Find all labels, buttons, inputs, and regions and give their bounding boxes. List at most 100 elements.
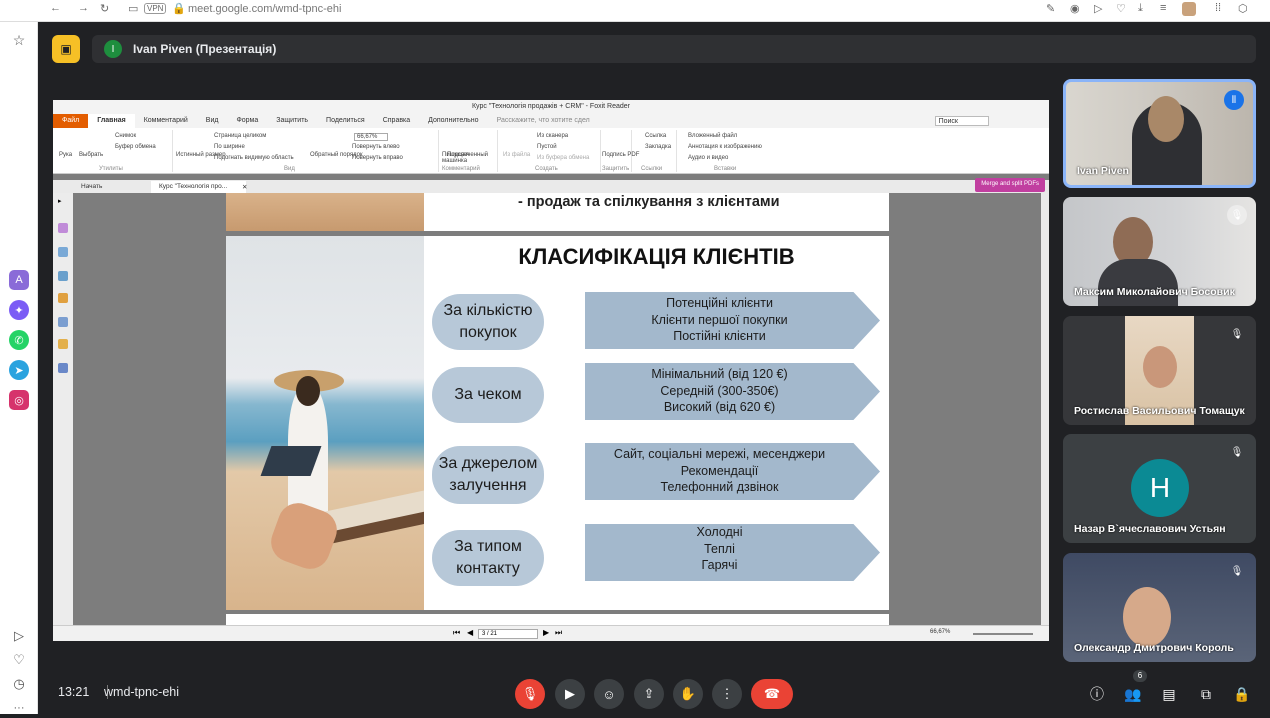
tab-course[interactable]: Курс "Технологія про...: [151, 181, 246, 193]
ribbon-group-label: Комментарий: [442, 166, 480, 172]
end-call-button[interactable]: ☎: [751, 679, 793, 709]
send-icon[interactable]: ▷: [1094, 2, 1102, 15]
history-icon[interactable]: ◷: [9, 674, 29, 694]
forward-icon[interactable]: →: [78, 2, 89, 14]
rotate-left-tool[interactable]: Повернуть влево: [352, 144, 400, 150]
search-field[interactable]: Поиск: [934, 116, 989, 126]
player-icon[interactable]: ▷: [9, 626, 29, 646]
instagram-icon[interactable]: ◎: [9, 390, 29, 410]
present-button[interactable]: ⇪: [634, 679, 664, 709]
lock-icon[interactable]: [58, 339, 68, 349]
layers-icon[interactable]: [58, 247, 68, 257]
rotate-right-tool[interactable]: Повернуть вправо: [352, 155, 403, 161]
snapshot-tool[interactable]: Снимок: [115, 133, 136, 139]
bookmarks-icon[interactable]: [58, 293, 68, 303]
extensions-icon[interactable]: ⬡: [1238, 2, 1248, 15]
fit-page-tool[interactable]: Страница целиком: [214, 133, 266, 139]
menu-view[interactable]: Вид: [197, 114, 228, 128]
meeting-info-icon[interactable]: ⓘ: [1085, 682, 1109, 706]
next-page-icon[interactable]: ▶: [543, 628, 549, 637]
mic-toggle-button[interactable]: 🎙: [515, 679, 545, 709]
from-clipboard-tool[interactable]: Из буфера обмена: [537, 155, 589, 161]
hand-tool[interactable]: Рука: [59, 152, 72, 158]
expand-icon[interactable]: ▸: [58, 197, 68, 207]
participant-tile[interactable]: ⦀ Ivan Piven: [1063, 79, 1256, 188]
heart-icon[interactable]: ♡: [9, 650, 29, 670]
from-scanner-tool[interactable]: Из сканера: [537, 133, 568, 139]
highlight-tool[interactable]: Подсвеченный: [447, 152, 488, 158]
menu-home[interactable]: Главная: [88, 114, 135, 128]
clipboard-tool[interactable]: Буфер обмена: [115, 144, 156, 150]
attachment-icon[interactable]: [58, 317, 68, 327]
activities-icon[interactable]: ⧉: [1194, 682, 1218, 706]
telegram-icon[interactable]: ➤: [9, 360, 29, 380]
more-icon[interactable]: ···: [9, 698, 29, 718]
participant-tile[interactable]: 🎙 Олександр Дмитрович Король: [1063, 553, 1256, 662]
menu-protect[interactable]: Защитить: [267, 114, 317, 128]
more-options-button[interactable]: ⋮: [712, 679, 742, 709]
participant-tile[interactable]: Н 🎙 Назар В`ячеславович Устьян: [1063, 434, 1256, 543]
menu-share[interactable]: Поделиться: [317, 114, 374, 128]
menu-icon[interactable]: ≡: [1160, 2, 1166, 14]
participant-tile[interactable]: 🎙 Ростислав Васильович Томащук: [1063, 316, 1256, 425]
apps-icon[interactable]: ⁞⁞: [1215, 2, 1221, 14]
comments-icon[interactable]: [58, 271, 68, 281]
previous-slide: - продаж та спілкування з клієнтами: [226, 193, 889, 231]
camera-toggle-button[interactable]: ▶: [555, 679, 585, 709]
tab-icon[interactable]: ▭: [128, 2, 138, 15]
foxit-scrollbar[interactable]: [1041, 193, 1049, 625]
messenger-icon[interactable]: ✦: [9, 300, 29, 320]
image-annotation-tool[interactable]: Аннотация к изображению: [688, 144, 762, 150]
attachment-tool[interactable]: Вложенный файл: [688, 133, 737, 139]
edit-icon[interactable]: ✎: [1046, 2, 1055, 15]
merge-split-button[interactable]: Merge and split PDFs: [975, 178, 1045, 192]
pages-icon[interactable]: [58, 223, 68, 233]
star-icon[interactable]: ☆: [9, 30, 29, 50]
tell-me-field[interactable]: Расскажите, что хотите сдел: [488, 114, 599, 128]
stop-presenting-icon[interactable]: ▣: [52, 35, 80, 63]
link-tool[interactable]: Ссылка: [645, 133, 666, 139]
profile-avatar[interactable]: [1182, 2, 1196, 16]
aria-icon[interactable]: A: [9, 270, 29, 290]
ribbon-group-label: Вид: [284, 166, 295, 172]
fit-width-tool[interactable]: По ширине: [214, 144, 245, 150]
chat-icon[interactable]: ▤: [1157, 682, 1181, 706]
zoom-select[interactable]: 66,67%: [354, 133, 389, 141]
reactions-button[interactable]: ☺: [594, 679, 624, 709]
raise-hand-button[interactable]: ✋: [673, 679, 703, 709]
menu-extra[interactable]: Дополнительно: [419, 114, 487, 128]
menu-help[interactable]: Справка: [374, 114, 419, 128]
participant-face: [1143, 346, 1177, 388]
browser-toolbar: ← → ↻ ▭ VPN 🔒 meet.google.com/wmd-tpnc-e…: [0, 0, 1270, 22]
address-bar[interactable]: meet.google.com/wmd-tpnc-ehi: [188, 3, 341, 15]
people-icon[interactable]: 👥: [1121, 682, 1145, 706]
last-page-icon[interactable]: ⏭: [555, 628, 562, 638]
host-controls-icon[interactable]: 🔒: [1230, 682, 1254, 706]
fit-visible-tool[interactable]: Подогнать видимую область: [214, 155, 294, 161]
menu-form[interactable]: Форма: [227, 114, 267, 128]
from-file-tool[interactable]: Из файла: [503, 152, 530, 158]
ribbon-group-label: Утилиты: [99, 166, 123, 172]
signature-icon[interactable]: [58, 363, 68, 373]
item: Рекомендації: [680, 463, 759, 478]
participant-tile[interactable]: 🎙 Максим Миколайович Босовик: [1063, 197, 1256, 306]
whatsapp-icon[interactable]: ✆: [9, 330, 29, 350]
close-tab-icon[interactable]: ✕: [234, 181, 255, 193]
blank-tool[interactable]: Пустой: [537, 144, 557, 150]
select-tool[interactable]: Выбрать: [79, 152, 103, 158]
menu-comment[interactable]: Комментарий: [135, 114, 197, 128]
prev-page-icon[interactable]: ◀: [467, 628, 473, 637]
reload-icon[interactable]: ↻: [100, 2, 109, 15]
tab-start[interactable]: Начать: [73, 181, 110, 193]
first-page-icon[interactable]: ⏮: [453, 628, 460, 638]
menu-file[interactable]: Файл: [53, 114, 89, 128]
audio-video-tool[interactable]: Аудио и видео: [688, 155, 728, 161]
download-icon[interactable]: ⤓: [1138, 2, 1143, 15]
bookmark-tool[interactable]: Закладка: [645, 144, 671, 150]
zoom-slider[interactable]: [973, 633, 1033, 635]
vpn-badge[interactable]: VPN: [144, 3, 167, 14]
camera-icon[interactable]: ◉: [1070, 2, 1080, 15]
heart-icon[interactable]: ♡: [1116, 2, 1126, 15]
back-icon[interactable]: ←: [50, 2, 61, 14]
page-number-field[interactable]: 3 / 21: [478, 629, 538, 639]
